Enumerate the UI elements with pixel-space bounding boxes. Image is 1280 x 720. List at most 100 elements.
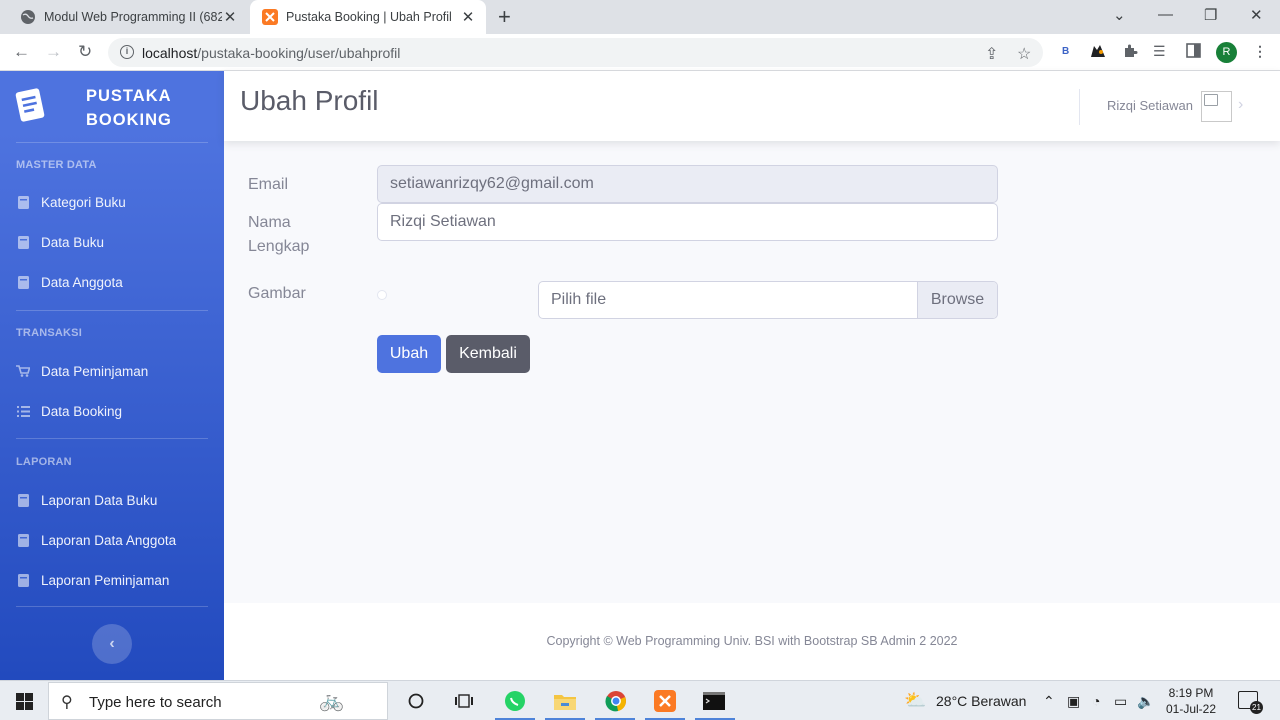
- globe-icon: [20, 9, 36, 25]
- cart-icon: [16, 364, 30, 378]
- sidebar-item-label: Laporan Data Buku: [41, 492, 158, 508]
- sidebar-item-data-anggota[interactable]: Data Anggota: [16, 271, 216, 293]
- browser-tab-active[interactable]: Pustaka Booking | Ubah Profil ✕: [250, 0, 486, 34]
- sidebar-heading: TRANSAKSI: [16, 327, 82, 339]
- sidebar: PUSTAKA BOOKING MASTER DATA Kategori Buk…: [0, 71, 224, 680]
- book-icon: [16, 275, 30, 289]
- file-input[interactable]: Pilih file Browse: [538, 281, 998, 319]
- copyright-text: Copyright © Web Programming Univ. BSI wi…: [546, 634, 958, 648]
- browser-toolbar: ← → ↻ i localhost/pustaka-booking/user/u…: [0, 34, 1280, 71]
- side-panel-icon[interactable]: [1186, 43, 1201, 61]
- footer: Copyright © Web Programming Univ. BSI wi…: [224, 603, 1280, 680]
- weather-icon[interactable]: ⛅: [904, 690, 926, 711]
- browser-tab[interactable]: Modul Web Programming II (682 ✕: [8, 0, 248, 34]
- chevron-right-icon: ›: [1238, 96, 1244, 113]
- sidebar-divider: [16, 142, 208, 143]
- sidebar-item-label: Data Peminjaman: [41, 363, 149, 379]
- volume-icon[interactable]: 🔈: [1137, 693, 1154, 710]
- share-icon[interactable]: ⇪: [985, 44, 998, 64]
- xampp-icon[interactable]: [653, 689, 677, 713]
- task-view-icon[interactable]: [452, 689, 476, 713]
- sidebar-item-laporan-data-anggota[interactable]: Laporan Data Anggota: [16, 529, 216, 551]
- url-text[interactable]: localhost/pustaka-booking/user/ubahprofi…: [142, 45, 400, 61]
- chrome-icon[interactable]: [604, 689, 628, 713]
- page-title: Ubah Profil: [240, 85, 379, 116]
- windows-start-icon[interactable]: [16, 693, 33, 710]
- close-icon[interactable]: ✕: [460, 8, 476, 26]
- taskbar-search-input[interactable]: ⚲ Type here to search 🚲: [48, 682, 388, 720]
- puzzle-icon[interactable]: [1122, 43, 1138, 62]
- cortana-icon[interactable]: [404, 689, 428, 713]
- image-label: Gambar: [248, 285, 306, 302]
- browser-tab-bar: Modul Web Programming II (682 ✕ Pustaka …: [0, 0, 1280, 34]
- sidebar-divider: [16, 606, 208, 607]
- file-explorer-icon[interactable]: [553, 689, 577, 713]
- full-name-field[interactable]: Rizqi Setiawan: [377, 203, 998, 241]
- chevron-left-icon: ‹: [109, 635, 115, 652]
- brand-name: PUSTAKA BOOKING: [86, 87, 172, 129]
- sidebar-divider: [16, 438, 208, 439]
- book-icon: [16, 533, 30, 547]
- book-logo-icon: [15, 88, 45, 122]
- minimize-button[interactable]: —: [1158, 6, 1173, 23]
- avatar[interactable]: [1201, 91, 1232, 122]
- terminal-icon[interactable]: [702, 689, 726, 713]
- browse-button[interactable]: Browse: [917, 282, 997, 318]
- search-placeholder: Type here to search: [89, 694, 222, 711]
- sidebar-toggle-button[interactable]: ‹: [92, 624, 132, 664]
- xampp-icon: [262, 9, 278, 25]
- wifi-icon[interactable]: ◔: [1092, 693, 1100, 709]
- clock[interactable]: 8:19 PM 01-Jul-22: [1163, 685, 1219, 717]
- sidebar-item-data-peminjaman[interactable]: Data Peminjaman: [16, 360, 216, 382]
- star-icon[interactable]: ☆: [1017, 44, 1031, 64]
- forward-icon[interactable]: →: [45, 42, 62, 62]
- battery-icon[interactable]: ▭: [1114, 693, 1127, 710]
- close-icon[interactable]: ✕: [222, 8, 238, 26]
- address-bar[interactable]: i localhost/pustaka-booking/user/ubahpro…: [108, 38, 1043, 67]
- weather-text[interactable]: 28°C Berawan: [936, 693, 1026, 709]
- sidebar-item-laporan-data-buku[interactable]: Laporan Data Buku: [16, 489, 216, 511]
- name-label: Nama Lengkap: [248, 214, 310, 255]
- book-icon: [16, 195, 30, 209]
- reload-icon[interactable]: ↻: [78, 42, 92, 62]
- extension-b-icon[interactable]: B: [1062, 46, 1069, 57]
- topbar: Ubah Profil Rizqi Setiawan ›: [224, 71, 1280, 141]
- search-highlight-icon: 🚲: [319, 690, 344, 712]
- file-placeholder: Pilih file: [551, 291, 607, 308]
- sidebar-item-kategori-buku[interactable]: Kategori Buku: [16, 191, 216, 213]
- info-icon[interactable]: i: [120, 45, 134, 59]
- back-button[interactable]: Kembali: [446, 335, 530, 373]
- sidebar-item-label: Kategori Buku: [41, 194, 126, 210]
- sidebar-item-label: Data Booking: [41, 403, 123, 419]
- user-name[interactable]: Rizqi Setiawan: [1107, 98, 1193, 113]
- new-tab-button[interactable]: +: [498, 6, 511, 28]
- kebab-menu-icon[interactable]: ⋮: [1253, 43, 1267, 60]
- sidebar-brand[interactable]: PUSTAKA BOOKING: [0, 71, 224, 141]
- device-icon[interactable]: ▣: [1067, 693, 1080, 710]
- restore-button[interactable]: ❐: [1204, 6, 1217, 24]
- submit-button[interactable]: Ubah: [377, 335, 441, 373]
- book-icon: [16, 235, 30, 249]
- email-label: Email: [248, 176, 289, 193]
- search-icon: ⚲: [61, 694, 73, 711]
- email-field[interactable]: setiawanrizqy62@gmail.com: [377, 165, 998, 203]
- back-icon[interactable]: ←: [13, 42, 30, 62]
- profile-avatar[interactable]: R: [1216, 42, 1237, 63]
- sidebar-item-data-buku[interactable]: Data Buku: [16, 231, 216, 253]
- broken-image-icon: [1204, 94, 1218, 106]
- tab-title: Pustaka Booking | Ubah Profil: [286, 10, 452, 24]
- sidebar-item-data-booking[interactable]: Data Booking: [16, 400, 216, 422]
- close-window-button[interactable]: ✕: [1250, 6, 1263, 24]
- notification-icon[interactable]: 21: [1238, 691, 1263, 714]
- chevron-up-icon[interactable]: ⌃: [1043, 693, 1055, 710]
- sidebar-item-laporan-peminjaman[interactable]: Laporan Peminjaman: [16, 569, 216, 591]
- tab-search-icon[interactable]: ⌄: [1113, 6, 1126, 24]
- extension-cat-icon[interactable]: [1089, 43, 1107, 62]
- sidebar-heading: LAPORAN: [16, 456, 72, 468]
- sidebar-item-label: Laporan Data Anggota: [41, 532, 177, 548]
- book-icon: [16, 573, 30, 587]
- sidebar-item-label: Data Buku: [41, 234, 105, 250]
- sidebar-divider: [16, 310, 208, 311]
- whatsapp-icon[interactable]: [503, 689, 527, 713]
- media-control-icon[interactable]: ☰: [1153, 43, 1166, 60]
